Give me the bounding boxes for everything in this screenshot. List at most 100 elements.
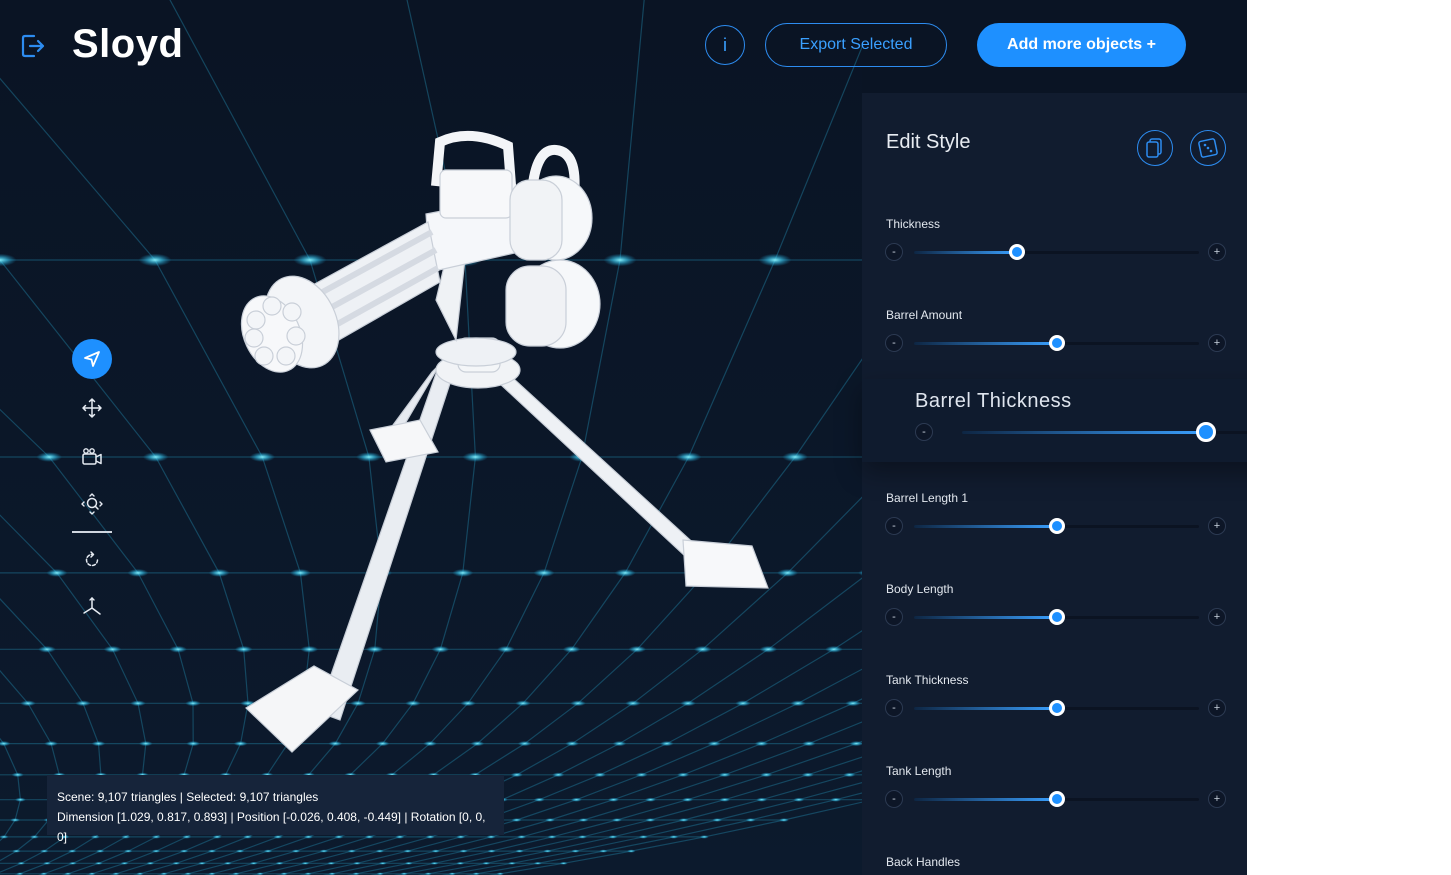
select-icon (84, 351, 100, 367)
add-more-objects-button[interactable]: Add more objects + (977, 23, 1186, 67)
param-increase-button[interactable]: + (1208, 699, 1226, 717)
grid-glow-node (130, 700, 146, 707)
export-selected-button[interactable]: Export Selected (765, 23, 947, 67)
grid-glow-node (366, 645, 384, 653)
param-slider-fill (914, 251, 1017, 254)
param-slider-track[interactable] (914, 700, 1199, 716)
copy-style-button[interactable] (1137, 130, 1173, 166)
param-decrease-button[interactable]: - (885, 790, 903, 808)
param-row: Barrel Length 1 - + (862, 491, 1247, 551)
grid-glow-node (139, 741, 153, 747)
grid-glow-node (487, 849, 496, 853)
axes-tool-button[interactable] (72, 587, 112, 627)
select-tool-button[interactable] (72, 339, 112, 379)
param-decrease-button[interactable]: - (885, 699, 903, 717)
param-increase-button[interactable]: + (1208, 608, 1226, 626)
randomize-style-button[interactable] (1190, 130, 1226, 166)
param-label: Thickness (886, 217, 941, 231)
grid-glow-node (301, 861, 310, 865)
grid-glow-node (470, 741, 485, 747)
param-decrease-button[interactable]: - (885, 608, 903, 626)
grid-glow-node (801, 772, 815, 778)
zoom-tool-button[interactable] (72, 484, 112, 524)
grid-glow-node (235, 849, 245, 853)
param-decrease-button[interactable]: - (885, 334, 903, 352)
param-increase-button[interactable]: + (1208, 334, 1226, 352)
move-tool-button[interactable] (72, 388, 112, 428)
grid-glow-node (759, 645, 778, 653)
slider-track[interactable] (962, 422, 1247, 442)
grid-glow-node (291, 849, 301, 853)
grid-glow-node (146, 861, 155, 865)
param-increase-button[interactable]: + (1208, 790, 1226, 808)
param-increase-button[interactable]: + (1208, 517, 1226, 535)
grid-glow-node (20, 700, 36, 707)
grid-glow-node (754, 741, 769, 747)
param-slider-handle[interactable] (1008, 244, 1025, 260)
slider-decrease-button[interactable]: - (915, 423, 933, 441)
camera-icon (82, 448, 102, 465)
grid-glow-node (680, 700, 696, 707)
grid-glow-node (515, 700, 531, 707)
grid-glow-node (627, 849, 636, 853)
grid-glow-node (91, 741, 106, 747)
grid-glow-node (138, 253, 172, 267)
param-slider-track[interactable] (914, 335, 1199, 351)
grid-glow-node (293, 253, 327, 267)
grid-glow-node (249, 861, 258, 865)
grid-glow-node (565, 741, 579, 747)
param-row: Body Length - + (862, 582, 1247, 642)
param-slider-handle[interactable] (1048, 335, 1065, 351)
param-slider-handle[interactable] (1048, 609, 1065, 625)
slider-label: Barrel Thickness (915, 390, 1072, 412)
grid-glow-node (515, 849, 524, 853)
grid-glow-node (431, 645, 450, 653)
scene-triangle-count: Scene: 9,107 triangles | Selected: 9,107… (57, 790, 319, 804)
grid-glow-node (533, 568, 555, 577)
param-slider-track[interactable] (914, 244, 1199, 260)
grid-glow-node (459, 849, 468, 853)
grid-glow-node (95, 849, 105, 853)
grid-glow-node (638, 835, 649, 839)
grid-glow-node (233, 741, 248, 747)
info-button[interactable]: i (705, 25, 745, 65)
grid-glow-node (802, 741, 816, 747)
slider-handle[interactable] (1196, 422, 1217, 442)
grid-glow-node (545, 818, 555, 822)
3d-viewport[interactable] (0, 0, 862, 875)
grid-glow-node (533, 797, 545, 802)
grid-glow-node (347, 849, 357, 853)
param-increase-button[interactable]: + (1208, 243, 1226, 261)
grid-glow-node (263, 849, 273, 853)
grid-glow-node (327, 861, 336, 865)
param-decrease-button[interactable]: - (885, 517, 903, 535)
param-slider-fill (914, 342, 1057, 345)
grid-glow-node (628, 645, 646, 653)
param-decrease-button[interactable]: - (885, 243, 903, 261)
grid-glow-node (423, 741, 437, 747)
grid-glow-node (123, 849, 133, 853)
grid-glow-node (319, 849, 329, 853)
grid-glow-node (14, 797, 26, 802)
camera-tool-button[interactable] (72, 437, 112, 477)
grid-glow-node (179, 849, 189, 853)
grid-glow-node (460, 700, 476, 707)
grid-glow-node (677, 772, 690, 778)
param-slider-handle[interactable] (1048, 791, 1065, 807)
grid-glow-node (719, 797, 731, 802)
grid-glow-node (777, 568, 798, 577)
grid-glow-node (430, 861, 439, 865)
param-slider-fill (914, 798, 1057, 801)
rotate-tool-button[interactable] (72, 540, 112, 580)
exit-icon[interactable] (20, 32, 46, 60)
param-slider-track[interactable] (914, 609, 1199, 625)
param-slider-handle[interactable] (1048, 518, 1065, 534)
grid-glow-node (186, 741, 200, 747)
param-slider-handle[interactable] (1048, 700, 1065, 716)
param-slider-track[interactable] (914, 791, 1199, 807)
grid-glow-node (790, 700, 806, 707)
param-label: Barrel Length 1 (886, 491, 969, 505)
grid-glow-node (614, 568, 636, 577)
grid-glow-node (533, 861, 542, 865)
param-slider-track[interactable] (914, 518, 1199, 534)
